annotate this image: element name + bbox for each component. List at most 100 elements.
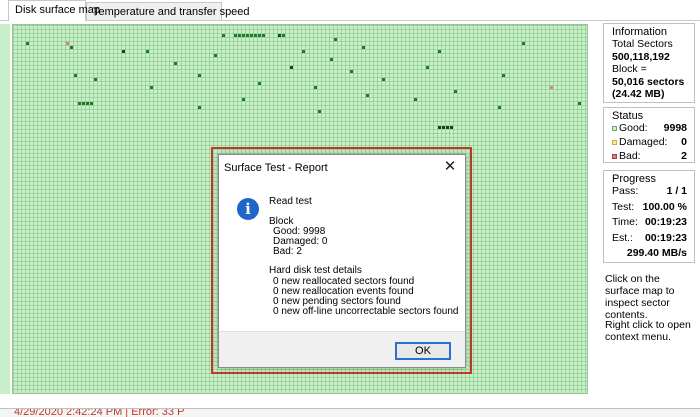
read-block-mark — [302, 50, 305, 53]
read-block-mark — [578, 102, 581, 105]
read-block-mark — [426, 66, 429, 69]
read-block-mark — [442, 126, 445, 129]
tab-disk-surface-map[interactable]: Disk surface map — [8, 0, 100, 21]
read-block-mark — [222, 34, 225, 37]
read-block-mark — [282, 34, 285, 37]
damaged-swatch-icon — [612, 139, 617, 145]
read-block-mark — [242, 98, 245, 101]
status-good-label: Good: — [619, 122, 648, 134]
read-block-mark — [290, 66, 293, 69]
time-label: Time: — [612, 216, 638, 228]
dialog-footer: OK — [219, 331, 465, 367]
progress-pass-row: Pass: 1 / 1 — [604, 185, 694, 201]
read-block-mark — [242, 34, 245, 37]
block-label: Block = — [612, 63, 647, 75]
status-good-row: Good: 9998 — [604, 122, 694, 136]
read-block-mark — [82, 102, 85, 105]
read-block-mark — [350, 70, 353, 73]
read-block-mark — [246, 34, 249, 37]
read-block-mark — [262, 34, 265, 37]
read-block-mark — [234, 34, 237, 37]
read-block-mark — [250, 34, 253, 37]
close-icon[interactable]: ✕ — [441, 158, 459, 176]
bad-swatch-icon — [612, 153, 617, 159]
tab-divider — [0, 20, 700, 21]
read-block-mark — [78, 102, 81, 105]
read-block-mark — [314, 86, 317, 89]
transfer-speed-value: 299.40 MB/s — [626, 247, 687, 259]
read-block-mark — [278, 34, 281, 37]
help-context-menu-text: Right click to open context menu. — [605, 319, 691, 343]
status-bad-label: Bad: — [619, 150, 641, 162]
read-block-mark — [502, 74, 505, 77]
block-value: 50,016 sectors — [612, 75, 685, 88]
test-label: Test: — [612, 200, 635, 213]
detail-offline-uncorrectable: 0 new off-line uncorrectable sectors fou… — [273, 306, 459, 317]
status-bad-value: 2 — [681, 150, 687, 162]
status-bar-log-text: 4/29/2020 2:42:24 PM | Error: 33 P — [14, 408, 185, 417]
est-value: 00:19:23 — [644, 231, 687, 244]
read-block-mark — [258, 34, 261, 37]
read-block-mark — [146, 50, 149, 53]
read-block-mark — [86, 102, 89, 105]
pass-label: Pass: — [612, 185, 639, 197]
progress-speed-row: 299.40 MB/s — [604, 247, 694, 261]
status-panel: Status Good: 9998 Damaged: 0 Bad: 2 — [603, 107, 695, 163]
read-block-mark — [382, 78, 385, 81]
read-block-mark — [450, 126, 453, 129]
read-block-mark — [362, 46, 365, 49]
read-block-mark — [318, 110, 321, 113]
info-icon: i — [237, 198, 259, 220]
read-block-mark — [366, 94, 369, 97]
read-block-mark — [214, 54, 217, 57]
read-block-mark — [414, 98, 417, 101]
read-block-mark — [174, 62, 177, 65]
read-block-mark — [150, 86, 153, 89]
report-heading: Read test — [269, 196, 312, 207]
help-inspect-text: Click on the surface map to inspect sect… — [605, 273, 675, 321]
status-damaged-label: Damaged: — [619, 136, 668, 148]
read-block-mark — [94, 78, 97, 81]
tab-bar: Disk surface map Temperature and transfe… — [0, 0, 700, 21]
read-block-mark — [122, 50, 125, 53]
progress-est-row: Est.: 00:19:23 — [604, 232, 694, 248]
read-block-mark — [334, 38, 337, 41]
status-bar: 4/29/2020 2:42:24 PM | Error: 33 P — [0, 408, 700, 417]
read-block-mark — [198, 74, 201, 77]
ok-button[interactable]: OK — [395, 342, 451, 360]
read-block-mark — [498, 106, 501, 109]
read-block-mark — [454, 90, 457, 93]
map-left-strip — [0, 24, 10, 394]
read-block-mark — [438, 126, 441, 129]
read-block-mark — [330, 58, 333, 61]
time-value: 00:19:23 — [644, 216, 687, 228]
dialog-title: Surface Test - Report — [224, 162, 328, 174]
progress-title: Progress — [612, 173, 657, 185]
read-block-mark — [74, 74, 77, 77]
block-size: (24.42 MB) — [612, 88, 665, 100]
read-block-mark — [258, 82, 261, 85]
read-block-mark — [26, 42, 29, 45]
read-block-mark — [438, 50, 441, 53]
test-value: 100.00 % — [642, 200, 687, 213]
status-bad-row: Bad: 2 — [604, 150, 694, 164]
bad-block-mark — [550, 86, 553, 89]
est-label: Est.: — [612, 231, 634, 244]
bad-block-mark — [66, 42, 69, 45]
status-good-value: 9998 — [663, 122, 687, 134]
progress-time-row: Time: 00:19:23 — [604, 216, 694, 232]
pass-value: 1 / 1 — [666, 185, 687, 197]
progress-panel: Progress Pass: 1 / 1 Test: 100.00 % Time… — [603, 170, 695, 263]
read-block-mark — [90, 102, 93, 105]
read-block-mark — [446, 126, 449, 129]
tab-temperature-and-transfer-speed[interactable]: Temperature and transfer speed — [86, 2, 250, 21]
status-damaged-row: Damaged: 0 — [604, 136, 694, 150]
read-block-mark — [522, 42, 525, 45]
information-panel: Information Total Sectors 500,118,192 Bl… — [603, 23, 695, 103]
details-heading: Hard disk test details — [269, 265, 362, 276]
information-title: Information — [612, 26, 668, 38]
read-block-mark — [198, 106, 201, 109]
dialog-body: i Read test Block Good: 9998 Damaged: 0 … — [219, 181, 465, 331]
report-bad: Bad: 2 — [273, 246, 302, 257]
total-sectors-label: Total Sectors — [612, 38, 673, 50]
